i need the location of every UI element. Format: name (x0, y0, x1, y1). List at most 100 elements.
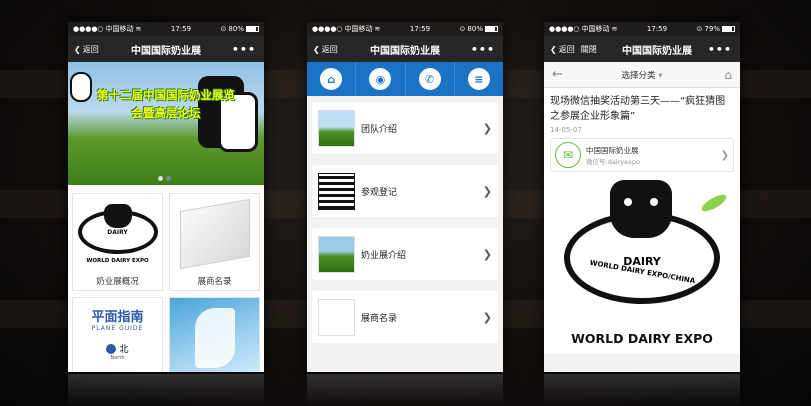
clock: 17:59 (646, 25, 668, 33)
menu-item-expo-intro[interactable]: 奶业展介绍 ❯ (312, 228, 498, 280)
chevron-right-icon: ❯ (482, 247, 492, 261)
menu-list: 团队介绍 ❯ 参观登记 ❯ 奶业展介绍 ❯ 展商名录 ❯ (307, 96, 503, 360)
more-menu-button[interactable]: ••• (708, 43, 732, 56)
battery-icon (721, 26, 735, 32)
team-thumbnail (318, 109, 355, 147)
battery-percent: 79% (704, 25, 720, 33)
directory-book-image (170, 194, 259, 274)
carousel-dot-active (166, 176, 171, 181)
battery-icon (484, 26, 498, 32)
home-icon: ⌂ (320, 68, 343, 90)
menu-item-label: 奶业展介绍 (361, 250, 407, 261)
lock-icon: ⊙ (220, 25, 227, 33)
clock: 17:59 (170, 25, 192, 33)
title-bar: ❮ 返回 關閉 中国国际奶业展 ••• (544, 36, 740, 62)
title-bar: ❮ 返回 中国国际奶业展 ••• (68, 36, 264, 62)
menu-item-label: 展商名录 (361, 313, 398, 324)
quick-action-bar: ⌂ ◉ ✆ ≡ (307, 62, 503, 96)
close-button[interactable]: 關閉 (581, 44, 597, 55)
article-title: 现场微信抽奖活动第三天——“疯狂猜图之参展企业形象篇” (550, 96, 726, 122)
arrow-left-icon[interactable]: ← (552, 67, 563, 82)
article-date: 14-05-07 (550, 126, 582, 134)
cow-head-icon (610, 180, 672, 238)
phone-screen-article: ●●●●○ 中国移动 ≋ 17:59 ⊙ 79% ❮ 返回 關閉 中国国际奶业展 •••… (544, 22, 740, 372)
signal-icon: ●●●●○ (73, 25, 104, 33)
phone-screen-menu: ●●●●○ 中国移动 ≋ 17:59 ⊙ 80% ❮ 返回 中国国际奶业展 ••• ⌂ … (307, 22, 503, 372)
phone-button[interactable]: ✆ (406, 62, 455, 96)
caret-down-icon: ▾ (658, 70, 663, 81)
banner-headline: 第十二届中国国际奶业展览会暨高层论坛 (97, 88, 235, 120)
article-logo-image: DAIRY WORLD DAIRY EXPO/CHINA WORLD DAIRY… (550, 178, 734, 348)
plane-guide-cn: 平面指南 (91, 310, 144, 325)
account-card[interactable]: ✉ 中国国际奶业展 微信号:dairyexpo ❯ (550, 138, 734, 172)
list-button[interactable]: ≡ (455, 62, 503, 96)
chevron-right-icon: ❯ (482, 121, 492, 135)
back-button[interactable]: ❮ 返回 (550, 44, 575, 55)
list-icon: ≡ (467, 68, 490, 90)
location-button[interactable]: ◉ (356, 62, 406, 96)
lock-icon: ⊙ (696, 25, 703, 33)
more-menu-button[interactable]: ••• (471, 43, 495, 56)
exhibitor-thumbnail (318, 298, 355, 336)
account-name: 中国国际奶业展 (586, 145, 639, 155)
phone-icon: ✆ (418, 68, 441, 90)
carrier-label: 中国移动 (105, 25, 134, 33)
leaf-icon (699, 191, 729, 215)
qr-code-icon (318, 172, 355, 210)
home-button[interactable]: ⌂ (307, 62, 357, 96)
chevron-right-icon: ❯ (720, 149, 729, 161)
logo-dairy-text: DAIRY (107, 228, 128, 236)
carousel-dot (158, 176, 163, 181)
menu-item-label: 团队介绍 (361, 124, 398, 135)
menu-item-team[interactable]: 团队介绍 ❯ (312, 102, 498, 154)
logo-image (70, 72, 92, 102)
phone-screen-home: ●●●●○ 中国移动 ≋ 17:59 ⊙ 80% ❮ 返回 中国国际奶业展 ••• 第十… (68, 22, 264, 372)
chevron-right-icon: ❯ (482, 184, 492, 198)
status-bar: ●●●●○ 中国移动 ≋ 17:59 ⊙ 79% (544, 22, 740, 36)
article-body: 现场微信抽奖活动第三天——“疯狂猜图之参展企业形象篇” 14-05-07 ✉ 中… (544, 88, 740, 354)
menu-item-visitor-registration[interactable]: 参观登记 ❯ (312, 165, 498, 217)
chevron-left-icon: ❮ (550, 44, 557, 54)
tile-milk[interactable] (169, 297, 260, 372)
north-sub: North (110, 355, 125, 361)
chevron-left-icon: ❮ (313, 44, 320, 54)
tile-label: 奶业展概况 (96, 277, 139, 287)
banner-carousel[interactable]: 第十二届中国国际奶业展览会暨高层论坛 (68, 62, 264, 185)
clock: 17:59 (409, 25, 431, 33)
back-button[interactable]: ❮ 返回 (313, 44, 338, 55)
tile-expo-overview[interactable]: DAIRY WORLD DAIRY EXPO 奶业展概况 (72, 193, 163, 291)
cow-head-icon (103, 204, 132, 228)
carrier-label: 中国移动 (581, 25, 610, 33)
back-label: 返回 (82, 44, 99, 54)
menu-item-label: 参观登记 (361, 187, 398, 198)
category-select[interactable]: 选择分类 ▾ (622, 69, 663, 81)
back-button[interactable]: ❮ 返回 (74, 44, 99, 55)
battery-icon (245, 26, 259, 32)
wechat-icon: ✉ (555, 142, 581, 168)
phone-reflection (544, 374, 740, 406)
account-id: 微信号:dairyexpo (586, 157, 640, 166)
tile-grid: DAIRY WORLD DAIRY EXPO 奶业展概况 展商名录 平面指南 P… (68, 185, 264, 372)
location-icon: ◉ (369, 68, 392, 90)
more-menu-button[interactable]: ••• (232, 43, 256, 56)
carousel-dots (158, 176, 171, 181)
back-label: 返回 (321, 44, 338, 54)
logo-expo-text: WORLD DAIRY EXPO (571, 331, 713, 346)
home-icon[interactable]: ⌂ (724, 68, 732, 82)
tile-plane-guide[interactable]: 平面指南 PLANE GUIDE 北 North (72, 297, 163, 372)
wifi-icon: ≋ (135, 25, 142, 33)
battery-percent: 80% (228, 25, 244, 33)
category-bar: ← 选择分类 ▾ ⌂ (544, 62, 740, 88)
battery-percent: 80% (467, 25, 483, 33)
category-label: 选择分类 (621, 70, 656, 81)
wifi-icon: ≋ (374, 25, 381, 33)
milk-splash-image (170, 298, 259, 372)
title-bar: ❮ 返回 中国国际奶业展 ••• (307, 36, 503, 62)
phone-reflection (68, 374, 264, 406)
compass-icon (106, 343, 117, 354)
tile-exhibitor-list[interactable]: 展商名录 (169, 193, 260, 291)
north-label: 北 (119, 345, 129, 355)
status-bar: ●●●●○ 中国移动 ≋ 17:59 ⊙ 80% (307, 22, 503, 36)
signal-icon: ●●●●○ (312, 25, 343, 33)
menu-item-exhibitor-list[interactable]: 展商名录 ❯ (312, 291, 498, 343)
